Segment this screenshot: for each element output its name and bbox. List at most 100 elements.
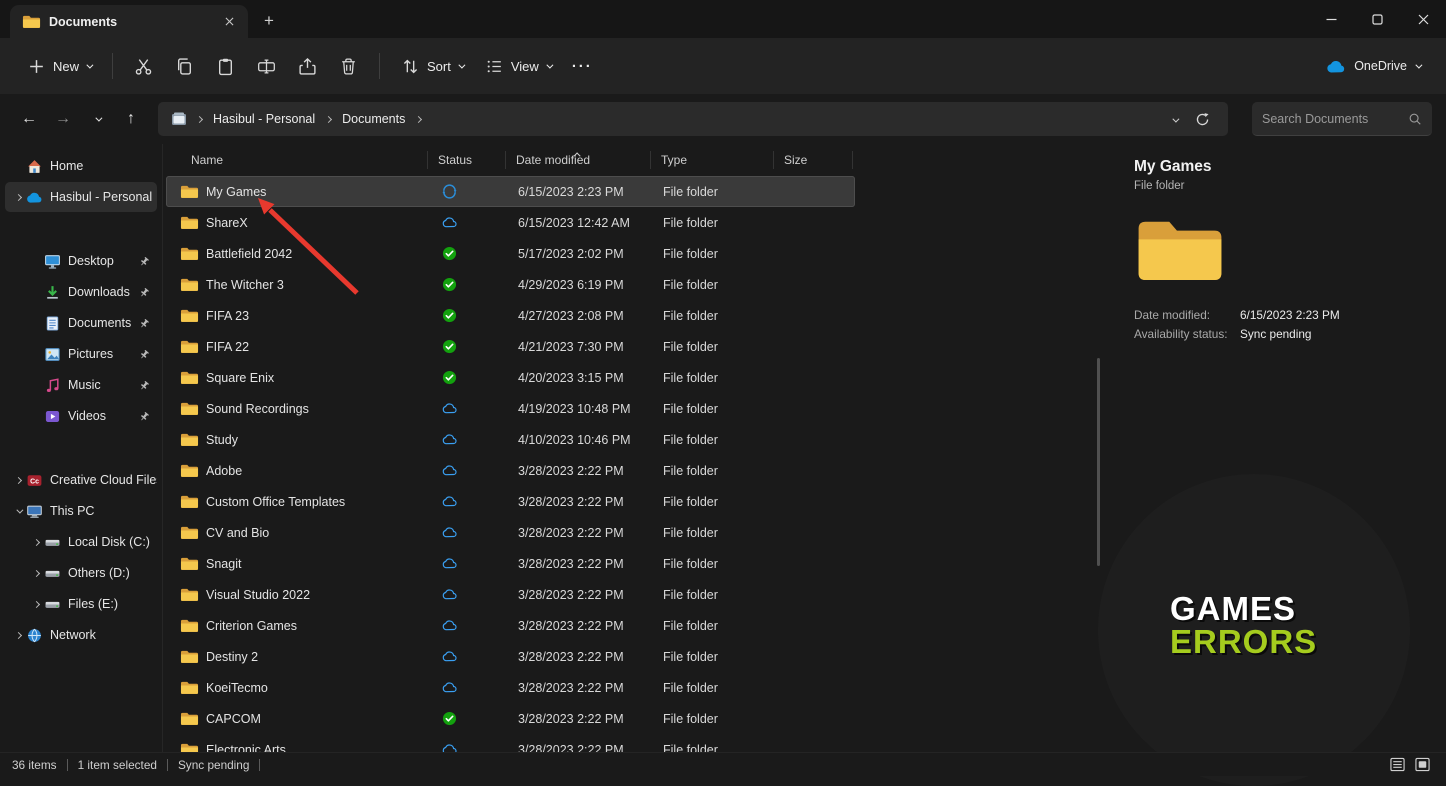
copy-icon: [175, 57, 194, 76]
toolbar-separator: [379, 53, 380, 79]
chevron-right-icon: [197, 117, 202, 122]
file-row[interactable]: Electronic Arts 3/28/2023 2:22 PM File f…: [166, 734, 855, 752]
delete-button[interactable]: [330, 50, 367, 83]
file-row[interactable]: Study 4/10/2023 10:46 PM File folder: [166, 424, 855, 455]
file-row[interactable]: Adobe 3/28/2023 2:22 PM File folder: [166, 455, 855, 486]
file-type: File folder: [653, 216, 776, 230]
cut-button[interactable]: [125, 50, 162, 83]
chevron-icon[interactable]: [11, 195, 26, 200]
tab-close-icon[interactable]: [218, 11, 240, 33]
column-header-name[interactable]: Name: [164, 144, 428, 176]
file-row[interactable]: Destiny 2 3/28/2023 2:22 PM File folder: [166, 641, 855, 672]
breadcrumb-item-onedrive[interactable]: Hasibul - Personal: [207, 108, 321, 130]
check-status-icon: [442, 246, 457, 261]
file-row[interactable]: My Games 6/15/2023 2:23 PM File folder: [166, 176, 855, 207]
file-type: File folder: [653, 557, 776, 571]
file-row[interactable]: CAPCOM 3/28/2023 2:22 PM File folder: [166, 703, 855, 734]
address-dropdown-button[interactable]: [1172, 112, 1177, 126]
sidebar-item-documents[interactable]: Documents: [5, 308, 157, 338]
view-button[interactable]: View: [476, 50, 560, 83]
onedrive-button[interactable]: OneDrive: [1316, 52, 1430, 80]
column-header-status[interactable]: Status: [428, 144, 506, 176]
file-date-modified: 3/28/2023 2:22 PM: [508, 464, 653, 478]
search-icon: [1408, 112, 1422, 126]
chevron-icon[interactable]: [29, 602, 44, 607]
sidebar-item-hasibul-personal[interactable]: Hasibul - Personal: [5, 182, 157, 212]
sidebar-item-files-e[interactable]: Files (E:): [5, 589, 157, 619]
sort-ascending-icon: [576, 146, 581, 160]
file-type: File folder: [653, 278, 776, 292]
vertical-scrollbar[interactable]: [1097, 358, 1100, 566]
status-divider: [259, 759, 260, 771]
sidebar-item-home[interactable]: Home: [5, 151, 157, 181]
file-row[interactable]: Visual Studio 2022 3/28/2023 2:22 PM Fil…: [166, 579, 855, 610]
chevron-icon[interactable]: [29, 540, 44, 545]
breadcrumb-item-documents[interactable]: Documents: [336, 108, 411, 130]
recent-locations-button[interactable]: [82, 104, 112, 134]
sort-button[interactable]: Sort: [392, 50, 472, 83]
folder-icon: [180, 432, 199, 447]
more-options-button[interactable]: ···: [562, 52, 603, 81]
sidebar-item-desktop[interactable]: Desktop: [5, 246, 157, 276]
file-row[interactable]: Square Enix 4/20/2023 3:15 PM File folde…: [166, 362, 855, 393]
file-row[interactable]: The Witcher 3 4/29/2023 6:19 PM File fol…: [166, 269, 855, 300]
maximize-button[interactable]: [1354, 0, 1400, 38]
close-button[interactable]: [1400, 0, 1446, 38]
file-row[interactable]: Sound Recordings 4/19/2023 10:48 PM File…: [166, 393, 855, 424]
sidebar-icon: [26, 158, 43, 175]
forward-button[interactable]: →: [48, 104, 78, 134]
file-date-modified: 4/27/2023 2:08 PM: [508, 309, 653, 323]
file-name: The Witcher 3: [206, 278, 284, 292]
chevron-right-icon: [416, 117, 421, 122]
sidebar-item-pictures[interactable]: Pictures: [5, 339, 157, 369]
sidebar-item-downloads[interactable]: Downloads: [5, 277, 157, 307]
file-row[interactable]: Criterion Games 3/28/2023 2:22 PM File f…: [166, 610, 855, 641]
chevron-down-icon: [86, 61, 93, 68]
search-box[interactable]: [1252, 102, 1432, 136]
search-input[interactable]: [1262, 112, 1402, 126]
file-date-modified: 6/15/2023 12:42 AM: [508, 216, 653, 230]
share-button[interactable]: [289, 50, 326, 83]
file-name: Square Enix: [206, 371, 274, 385]
chevron-icon[interactable]: [11, 509, 26, 514]
details-view-toggle[interactable]: [1390, 757, 1405, 772]
up-button[interactable]: ↑: [116, 104, 146, 134]
sidebar-item-creative-cloud-files[interactable]: Cc Creative Cloud Files: [5, 465, 157, 495]
address-bar[interactable]: Hasibul - Personal Documents: [158, 102, 1228, 136]
folder-icon: [180, 308, 199, 323]
sidebar-item-videos[interactable]: Videos: [5, 401, 157, 431]
sidebar-item-label: Hasibul - Personal: [50, 190, 152, 204]
cloud-status-icon: [442, 494, 457, 509]
paste-button[interactable]: [207, 50, 244, 83]
column-header-size[interactable]: Size: [774, 144, 853, 176]
refresh-button[interactable]: [1195, 112, 1210, 127]
copy-button[interactable]: [166, 50, 203, 83]
tab-documents[interactable]: Documents: [10, 5, 248, 38]
column-header-date-modified[interactable]: Date modified: [506, 144, 651, 176]
sidebar-item-network[interactable]: Network: [5, 620, 157, 650]
sidebar-item-others-d[interactable]: Others (D:): [5, 558, 157, 588]
rename-button[interactable]: [248, 50, 285, 83]
chevron-icon[interactable]: [29, 571, 44, 576]
file-row[interactable]: FIFA 23 4/27/2023 2:08 PM File folder: [166, 300, 855, 331]
minimize-button[interactable]: [1308, 0, 1354, 38]
new-button[interactable]: New: [18, 50, 100, 83]
new-tab-button[interactable]: +: [254, 6, 284, 36]
file-type: File folder: [653, 433, 776, 447]
file-row[interactable]: KoeiTecmo 3/28/2023 2:22 PM File folder: [166, 672, 855, 703]
sidebar-item-this-pc[interactable]: This PC: [5, 496, 157, 526]
file-row[interactable]: FIFA 22 4/21/2023 7:30 PM File folder: [166, 331, 855, 362]
sidebar-item-music[interactable]: Music: [5, 370, 157, 400]
column-header-type[interactable]: Type: [651, 144, 774, 176]
thumbnail-view-toggle[interactable]: [1415, 757, 1430, 772]
sidebar-item-local-disk-c[interactable]: Local Disk (C:): [5, 527, 157, 557]
file-row[interactable]: Battlefield 2042 5/17/2023 2:02 PM File …: [166, 238, 855, 269]
back-button[interactable]: ←: [14, 104, 44, 134]
pin-icon: [138, 255, 151, 268]
file-row[interactable]: ShareX 6/15/2023 12:42 AM File folder: [166, 207, 855, 238]
file-row[interactable]: Custom Office Templates 3/28/2023 2:22 P…: [166, 486, 855, 517]
chevron-icon[interactable]: [11, 478, 26, 483]
file-row[interactable]: Snagit 3/28/2023 2:22 PM File folder: [166, 548, 855, 579]
chevron-icon[interactable]: [11, 633, 26, 638]
file-row[interactable]: CV and Bio 3/28/2023 2:22 PM File folder: [166, 517, 855, 548]
